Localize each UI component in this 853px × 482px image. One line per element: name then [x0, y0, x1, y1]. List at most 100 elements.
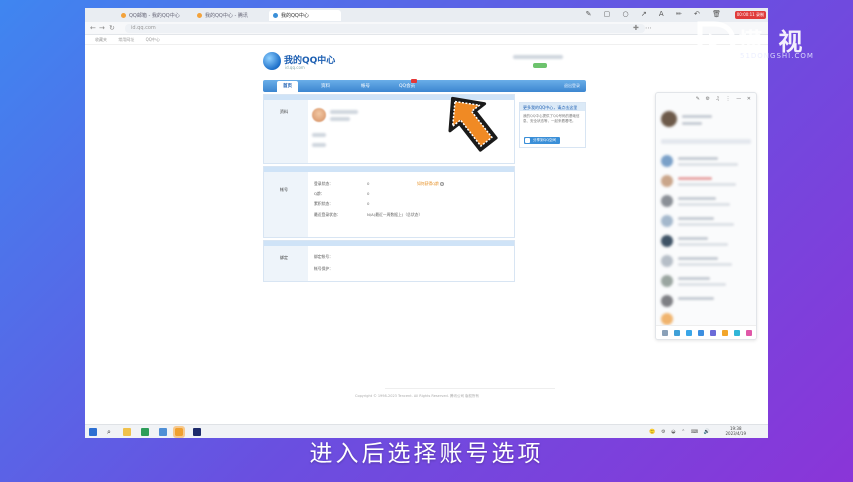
contact-item[interactable]: [678, 217, 714, 220]
game-icon[interactable]: [710, 330, 716, 336]
contacts-icon[interactable]: [674, 330, 680, 336]
section-sidebar: [264, 172, 308, 237]
contact-item[interactable]: [678, 297, 714, 300]
qq-age-label: Q龄：: [314, 191, 325, 196]
video-caption: 进入后选择账号选项: [309, 441, 544, 467]
share-button[interactable]: 分享到QQ空间: [524, 137, 561, 144]
chat-window-controls[interactable]: ✎ ⚙ ♫ ⋮ — ✕: [696, 96, 753, 102]
nav-profile[interactable]: 资料: [321, 83, 330, 89]
recent-status-value: N/A(最近一周数据上)（总状态）: [367, 212, 423, 217]
login-status-label: 登录状态：: [314, 181, 333, 186]
nav-vip[interactable]: QQ会员: [399, 83, 415, 89]
contact-avatar[interactable]: [661, 275, 673, 287]
more-icon[interactable]: ⋯: [645, 24, 652, 32]
qq-chat-window: ✎ ⚙ ♫ ⋮ — ✕: [655, 92, 757, 340]
tab-favicon-icon: [273, 13, 278, 18]
tab-label: QQ邮箱 - 我的QQ中心: [129, 13, 180, 19]
profile-field-blurred: [312, 143, 326, 147]
contact-item[interactable]: [678, 277, 710, 280]
app-icon[interactable]: [722, 330, 728, 336]
profile-field-blurred: [312, 133, 326, 137]
bookmark-item[interactable]: QQ中心: [146, 37, 160, 42]
back-icon[interactable]: ←: [90, 24, 96, 32]
mail-icon[interactable]: [698, 330, 704, 336]
help-icon[interactable]: ?: [439, 182, 444, 186]
bookmarks-bar: 收藏夹 常用网址 QQ中心: [85, 35, 768, 45]
contact-preview-blurred: [678, 183, 736, 186]
new-badge: [411, 79, 417, 83]
brand-watermark: 懂 视 51DONGSHI.COM: [694, 18, 824, 66]
logout-link[interactable]: 退出登录: [564, 83, 580, 89]
footer-divider: [385, 388, 555, 389]
annotation-toolbar[interactable]: ✎ ▢ ○ ↗ A ✏ ↶ 🗑: [586, 10, 726, 18]
qq-age-link[interactable]: 如何获得Q龄?: [417, 181, 444, 187]
share-icon: [525, 138, 530, 143]
apps-grid-icon[interactable]: [746, 330, 752, 336]
contact-avatar[interactable]: [661, 155, 673, 167]
page-footer: Copyright © 1998-2023 Tencent. All Right…: [355, 394, 480, 398]
url-input[interactable]: id.qq.com: [125, 24, 645, 33]
contact-item[interactable]: [678, 197, 716, 200]
contact-avatar[interactable]: [661, 195, 673, 207]
brand-logo-icon: [697, 21, 736, 61]
address-bar-row: ← → ↻ id.qq.com ✚ ⋯: [85, 22, 768, 35]
bind-account-label: 绑定帐号：: [314, 254, 333, 259]
recent-status-label: 最近登录状态：: [314, 212, 341, 217]
avatar[interactable]: [312, 108, 326, 122]
qq-age-value: 0: [367, 191, 370, 196]
chat-self-name-blurred: [682, 115, 712, 118]
tab-favicon-icon: [197, 13, 202, 18]
chat-search-blurred: [661, 139, 751, 144]
contact-avatar[interactable]: [661, 215, 673, 227]
contact-preview-blurred: [678, 223, 734, 226]
bind-section: 绑定 绑定帐号： 帐号保护：: [263, 240, 515, 282]
menu-icon[interactable]: [662, 330, 668, 336]
star-icon[interactable]: ✚: [633, 24, 639, 32]
contact-avatar[interactable]: [661, 235, 673, 247]
contact-preview-blurred: [678, 203, 730, 206]
chat-self-avatar[interactable]: [661, 111, 677, 127]
browser-tab-active[interactable]: 我的QQ中心: [269, 10, 341, 21]
contact-item[interactable]: [678, 257, 718, 260]
contact-item[interactable]: [678, 157, 718, 160]
contact-avatar[interactable]: [661, 295, 673, 307]
tab-label: 我的QQ中心: [281, 13, 309, 19]
notice-title: 更多我的QQ中心，请点击这里: [520, 103, 585, 111]
contact-preview-blurred: [678, 243, 728, 246]
account-protect-label: 帐号保护：: [314, 266, 333, 271]
nav-account[interactable]: 帐号: [361, 83, 370, 89]
nav-home[interactable]: 首页: [277, 81, 298, 92]
contact-avatar[interactable]: [661, 175, 673, 187]
notice-body: 我的QQ中心提供了QQ号码的基础信息、安全状态等，一起来看看吧。: [523, 114, 580, 123]
account-section-label: 帐号: [280, 187, 288, 192]
login-status-value: 0: [367, 181, 370, 186]
contact-avatar[interactable]: [661, 313, 673, 325]
refresh-icon[interactable]: ↻: [109, 24, 115, 32]
status-pill: [533, 63, 547, 68]
tab-label: 我的QQ中心 - 腾讯: [205, 13, 248, 19]
account-section: 帐号 登录状态： 0 如何获得Q龄? Q龄： 0 累积状态： 0 最近登录状态：…: [263, 166, 515, 238]
contact-item[interactable]: [678, 237, 708, 240]
tab-favicon-icon: [121, 13, 126, 18]
section-sidebar: [264, 246, 308, 281]
nickname-blurred: [330, 110, 358, 114]
total-status-label: 累积状态：: [314, 201, 333, 206]
browser-tab[interactable]: 我的QQ中心 - 腾讯: [193, 10, 265, 21]
profile-section-label: 资料: [280, 109, 288, 114]
qq-number-blurred: [330, 117, 350, 121]
bookmark-item[interactable]: 常用网址: [118, 37, 134, 42]
browser-tabbar: QQ邮箱 - 我的QQ中心 我的QQ中心 - 腾讯 我的QQ中心 ✎ ▢ ○ ↗…: [85, 8, 768, 22]
contact-preview-blurred: [678, 263, 732, 266]
contact-avatar[interactable]: [661, 255, 673, 267]
brand-domain: 51DONGSHI.COM: [740, 52, 814, 60]
qq-icon[interactable]: [686, 330, 692, 336]
cloud-icon[interactable]: [734, 330, 740, 336]
browser-tab[interactable]: QQ邮箱 - 我的QQ中心: [117, 10, 189, 21]
share-button-label: 分享到QQ空间: [533, 138, 557, 142]
bookmark-item[interactable]: 收藏夹: [95, 37, 107, 42]
qq-center-domain: id.qq.com: [285, 65, 305, 70]
qq-age-link-text[interactable]: 如何获得Q龄: [417, 181, 439, 186]
total-status-value: 0: [367, 201, 370, 206]
forward-icon[interactable]: →: [99, 24, 105, 32]
contact-item[interactable]: [678, 177, 712, 180]
